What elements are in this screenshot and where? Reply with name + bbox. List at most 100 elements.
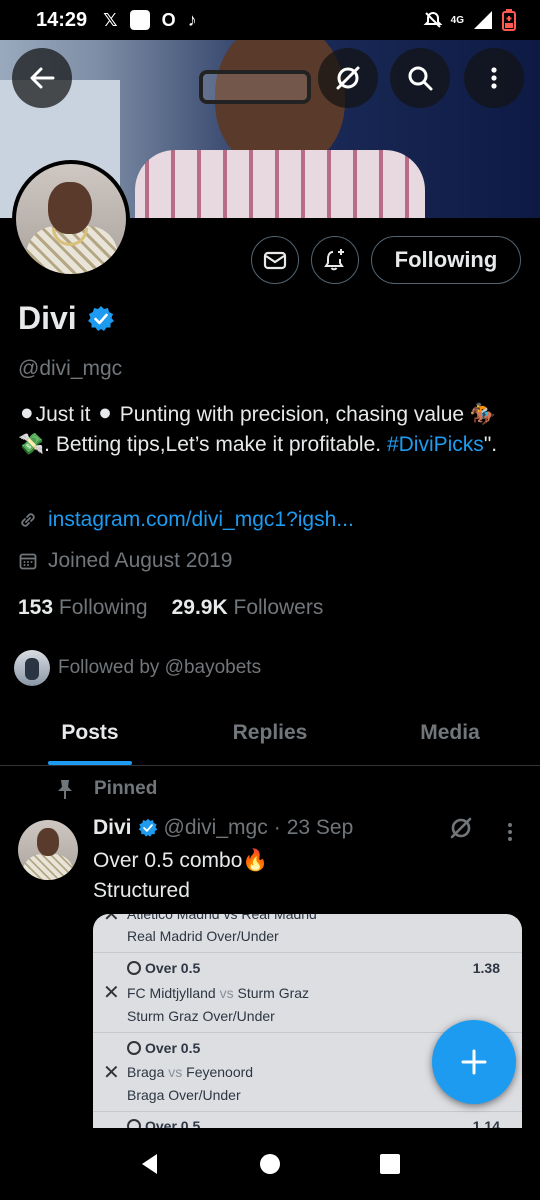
tab-replies[interactable]: Replies	[180, 700, 360, 765]
search-button[interactable]	[390, 48, 450, 108]
card-market-line: Real Madrid Over/Under	[127, 928, 279, 944]
soccer-ball-icon	[127, 1041, 141, 1055]
grok-button[interactable]	[318, 48, 378, 108]
compose-post-button[interactable]	[432, 1020, 516, 1104]
back-triangle-icon[interactable]	[137, 1151, 163, 1177]
card-pick-row: Over 0.5	[127, 960, 200, 976]
display-name: Divi	[18, 300, 77, 336]
link-icon	[21, 513, 35, 527]
profile-link-row[interactable]: instagram.com/divi_mgc1?igsh...	[18, 508, 354, 532]
home-circle-icon[interactable]	[257, 1151, 283, 1177]
card-vs: vs	[168, 1064, 183, 1080]
card-match-row: FC Midtjylland vs Sturm Graz	[127, 985, 309, 1001]
remove-x-icon: ✕	[103, 914, 120, 926]
profile-handle: @divi_mgc	[18, 357, 123, 380]
post-author-avatar[interactable]	[18, 820, 78, 880]
card-away-team: Feyenoord	[186, 1064, 254, 1080]
more-options-button[interactable]	[464, 48, 524, 108]
post-author-handle: @divi_mgc	[163, 816, 268, 839]
system-nav-bar	[0, 1128, 540, 1200]
post-text: Over 0.5 combo🔥 Structured	[93, 846, 269, 906]
tab-posts[interactable]: Posts	[0, 700, 180, 765]
card-divider	[93, 952, 522, 953]
card-pick: Over 0.5	[145, 1040, 201, 1056]
remove-x-icon: ✕	[103, 982, 120, 1004]
battery-low-icon	[502, 9, 516, 31]
followers-count: 29.9K	[171, 596, 228, 619]
profile-tabs: Posts Replies Media	[0, 700, 540, 766]
signal-icon	[474, 11, 492, 29]
network-label: 4G	[450, 15, 464, 26]
verified-badge-icon	[87, 305, 114, 331]
recents-square-icon[interactable]	[377, 1151, 403, 1177]
bell-plus-icon	[324, 249, 344, 271]
card-market: Sturm Graz Over/Under	[127, 1008, 275, 1024]
card-divider	[93, 1111, 522, 1112]
following-button[interactable]: Following	[371, 236, 521, 284]
post-separator: ·	[273, 816, 281, 839]
x-app-icon: 𝕏	[103, 10, 118, 30]
message-button[interactable]	[251, 236, 299, 284]
card-home-team: Braga	[127, 1064, 165, 1080]
card-pick: Over 0.5	[145, 1118, 201, 1128]
pinned-label: Pinned	[94, 778, 158, 799]
following-count-link[interactable]: 153 Following	[18, 596, 148, 620]
following-label: Following	[58, 596, 148, 619]
profile-avatar[interactable]	[12, 160, 130, 278]
followers-count-link[interactable]: 29.9K Followers	[172, 596, 324, 620]
status-bar: 14:29 𝕏 O ♪ 4G	[0, 0, 540, 40]
post-more-icon[interactable]	[496, 818, 524, 846]
verified-badge-icon	[138, 818, 157, 837]
soccer-ball-icon	[127, 1119, 141, 1128]
opera-icon: O	[161, 10, 176, 30]
grok-icon	[336, 66, 360, 90]
card-pick: Over 0.5	[145, 960, 201, 976]
fire-emoji: 🔥	[242, 849, 269, 872]
more-vertical-icon	[491, 67, 497, 89]
tab-media[interactable]: Media	[360, 700, 540, 765]
joined-date: Joined August 2019	[48, 549, 233, 572]
post-header: Divi @divi_mgc · 23 Sep	[93, 816, 353, 840]
following-count: 153	[18, 596, 54, 619]
plus-icon	[461, 1049, 487, 1075]
calendar-icon	[19, 553, 37, 570]
joined-row: Joined August 2019	[18, 549, 233, 573]
post-text-line2: Structured	[93, 879, 190, 902]
status-icons-left: 𝕏 O ♪	[103, 10, 197, 30]
card-top-cut-row: Atletico Madrid vs Real Madrid	[127, 914, 317, 922]
card-away-team: Sturm Graz	[237, 985, 310, 1001]
status-time: 14:29	[36, 8, 88, 31]
card-vs: vs	[219, 985, 234, 1001]
remove-x-icon: ✕	[103, 1062, 120, 1084]
profile-bio: ⚫Just it ⚫ Punting with precision, chasi…	[18, 400, 528, 460]
post-date[interactable]: 23 Sep	[287, 816, 354, 840]
profile-link[interactable]: instagram.com/divi_mgc1?igsh...	[48, 508, 354, 532]
notifications-button[interactable]	[311, 236, 359, 284]
card-odds: 1.14	[472, 1118, 500, 1128]
soccer-ball-icon	[127, 961, 141, 975]
tiktok-icon: ♪	[187, 10, 197, 30]
card-home-team: FC Midtjylland	[127, 985, 216, 1001]
post-text-line1: Over 0.5 combo	[93, 849, 243, 872]
post-author-name[interactable]: Divi	[93, 816, 132, 840]
card-market: Braga Over/Under	[127, 1087, 241, 1103]
card-odds: 1.38	[472, 960, 500, 976]
notification-square-icon	[129, 10, 150, 30]
pinned-indicator: Pinned	[54, 778, 157, 800]
card-pick-row: Over 0.5	[127, 1118, 200, 1128]
followers-label: Followers	[233, 596, 324, 619]
back-button[interactable]	[12, 48, 72, 108]
bio-hashtag-link[interactable]: #DiviPicks	[387, 433, 484, 456]
post-grok-icon[interactable]	[447, 814, 475, 842]
status-icons-right: 4G	[423, 9, 516, 31]
mute-icon	[423, 11, 443, 28]
follower-avatar	[14, 650, 50, 686]
bio-suffix: ".	[483, 433, 498, 456]
followed-by-row[interactable]: Followed by @bayobets	[14, 650, 261, 686]
card-pick-row: Over 0.5	[127, 1040, 200, 1056]
followed-by-text: Followed by @bayobets	[58, 657, 262, 678]
follow-counts: 153 Following 29.9K Followers	[18, 596, 323, 620]
card-match-row: Braga vs Feyenoord	[127, 1064, 253, 1080]
name-row: Divi	[18, 300, 115, 337]
arrow-left-icon	[30, 67, 55, 89]
